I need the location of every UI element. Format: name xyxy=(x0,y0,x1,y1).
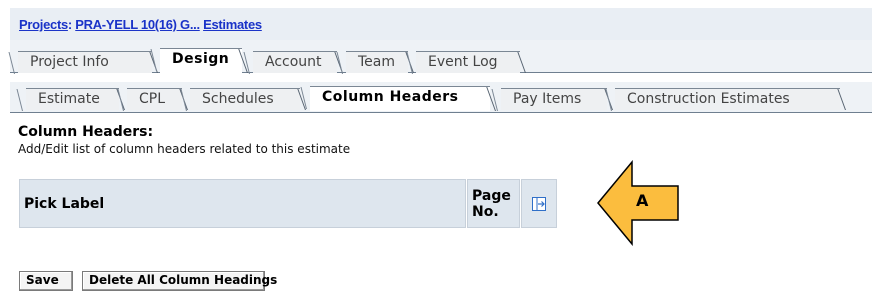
tab-cpl[interactable]: CPL xyxy=(127,88,182,110)
tab-estimate[interactable]: Estimate xyxy=(26,88,119,110)
section-description: Add/Edit list of column headers related … xyxy=(18,142,351,156)
breadcrumb-project-link[interactable]: PRA-YELL 10(16) G... xyxy=(75,17,200,32)
callout-label: A xyxy=(636,191,649,210)
section-title: Column Headers: xyxy=(18,124,154,140)
add-column-icon[interactable] xyxy=(532,196,546,211)
breadcrumb-estimates-link[interactable]: Estimates xyxy=(203,17,262,32)
breadcrumb-projects-link[interactable]: Projects xyxy=(19,17,68,32)
tab-construction-estimates[interactable]: Construction Estimates xyxy=(615,88,840,110)
delete-all-column-headings-button[interactable]: Delete All Column Headings xyxy=(82,271,277,291)
tab-team[interactable]: Team xyxy=(346,51,408,73)
tab-schedules[interactable]: Schedules xyxy=(190,88,300,110)
tab-event-log[interactable]: Event Log xyxy=(416,51,520,73)
breadcrumb-separator: : xyxy=(67,17,72,32)
add-column-cell xyxy=(521,179,557,228)
sub-tab-bar: Estimate CPL Schedules Column Headers Pa… xyxy=(10,82,872,113)
breadcrumb: Projects: PRA-YELL 10(16) G... Estimates xyxy=(19,17,262,32)
tab-pay-items[interactable]: Pay Items xyxy=(501,88,607,110)
tab-account[interactable]: Account xyxy=(253,51,337,73)
pick-label-header: Pick Label xyxy=(19,179,466,228)
tab-column-headers[interactable]: Column Headers xyxy=(310,86,490,111)
tab-project-info[interactable]: Project Info xyxy=(18,51,152,73)
main-tab-bar: Project Info Design Account Team Event L… xyxy=(10,40,872,73)
tab-design[interactable]: Design xyxy=(160,48,242,73)
column-headers-table: Pick Label Page No. xyxy=(18,178,558,229)
table-header-row: Pick Label Page No. xyxy=(19,179,557,228)
page-no-header: Page No. xyxy=(467,179,520,228)
breadcrumb-bar: Projects: PRA-YELL 10(16) G... Estimates xyxy=(10,8,872,40)
save-button[interactable]: Save xyxy=(19,271,73,291)
